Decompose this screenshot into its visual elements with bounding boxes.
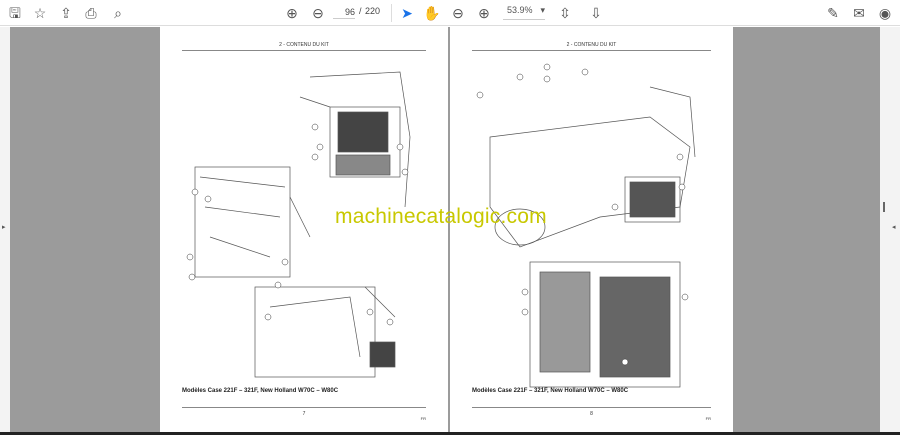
search-icon[interactable]: ⌕ [109, 4, 127, 22]
scroll-mode-icon[interactable]: ⇩ [587, 4, 605, 22]
print-icon[interactable]: ⎙ [82, 4, 100, 22]
cursor-icon[interactable]: ➤ [398, 4, 416, 22]
fit-page-icon[interactable]: ⇳ [556, 4, 574, 22]
zoom-out-icon[interactable]: ⊖ [449, 4, 467, 22]
account-icon[interactable]: ◉ [876, 4, 894, 22]
page-8: 2 - CONTENU DU KIT Modèles Case 221F – 3… [450, 27, 733, 432]
page-header: 2 - CONTENU DU KIT [566, 42, 617, 48]
email-icon[interactable]: ✉ [850, 4, 868, 22]
divider [391, 4, 392, 22]
page-separator: / [359, 6, 362, 16]
arrow-down-icon[interactable]: ⊖ [309, 4, 327, 22]
watermark: machinecatalogic.com [335, 205, 547, 228]
footer-rule [182, 407, 426, 408]
header-rule [472, 50, 711, 51]
sign-icon[interactable]: ✎ [824, 4, 842, 22]
figure-caption: Modèles Case 221F – 321F, New Holland W7… [182, 388, 339, 394]
right-panel[interactable]: ◂ [880, 27, 900, 432]
language-code: FR [705, 416, 711, 421]
total-pages: 220 [365, 6, 381, 16]
language-code: FR [420, 416, 426, 421]
footer-rule [472, 407, 711, 408]
toolbar: 🖫 ☆ ⇪ ⎙ ⌕ ⊕ ⊖ / 220 ➤ ✋ ⊖ ⊕ 53.9%▾ ⇳ ⇩ ✎… [0, 0, 900, 26]
page-number: 8 [590, 411, 593, 417]
page-header: 2 - CONTENU DU KIT [279, 42, 329, 48]
arrow-up-icon[interactable]: ⊕ [283, 4, 301, 22]
hand-icon[interactable]: ✋ [423, 4, 441, 22]
save-icon[interactable]: 🖫 [6, 4, 24, 22]
upload-icon[interactable]: ⇪ [57, 4, 75, 22]
page-7: 2 - CONTENU DU KIT Modèles Case 221F – 3… [160, 27, 448, 432]
left-panel-toggle[interactable]: ▸ [0, 27, 10, 432]
zoom-in-icon[interactable]: ⊕ [475, 4, 493, 22]
figure-caption: Modèles Case 221F – 321F, New Holland W7… [472, 388, 629, 394]
page-number-input[interactable] [333, 5, 355, 19]
zoom-level: 53.9% [507, 5, 533, 15]
star-icon[interactable]: ☆ [31, 4, 49, 22]
zoom-select[interactable]: 53.9% ▾ [503, 5, 545, 20]
page-number: 7 [302, 411, 306, 417]
header-rule [182, 50, 426, 51]
